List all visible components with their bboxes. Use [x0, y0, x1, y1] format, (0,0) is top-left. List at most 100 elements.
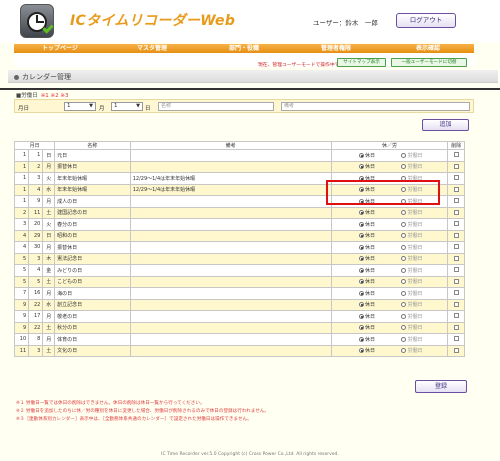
workday-radio[interactable]: 労働日 — [389, 152, 434, 159]
delete-checkbox[interactable] — [453, 186, 459, 192]
register-button[interactable]: 登録 — [415, 380, 467, 393]
cell-name: 建国記念の日 — [54, 206, 131, 219]
workday-radio[interactable]: 労働日 — [389, 347, 434, 354]
delete-checkbox[interactable] — [453, 198, 459, 204]
table-row: 10 8 月体育の日 休日 労働日 — [13, 333, 465, 346]
nav-item-display[interactable]: 表示確認 — [382, 44, 474, 53]
workday-radio-label: 労働日 — [407, 348, 423, 355]
holiday-radio[interactable]: 休日 — [344, 221, 389, 228]
holiday-radio[interactable]: 休日 — [344, 232, 389, 239]
cell-weekday: 日 — [42, 229, 56, 242]
cell-month: 1 — [13, 183, 30, 196]
holiday-radio[interactable]: 休日 — [344, 290, 389, 297]
nav-item-master[interactable]: マスタ管理 — [106, 44, 198, 53]
delete-checkbox[interactable] — [453, 267, 459, 273]
cell-name: 体育の日 — [54, 333, 131, 346]
cell-note — [129, 264, 332, 277]
delete-checkbox[interactable] — [453, 336, 459, 342]
delete-checkbox[interactable] — [453, 278, 459, 284]
cell-weekday: 金 — [42, 264, 56, 277]
switch-mode-button[interactable]: 一般ユーザーモードに切替 — [391, 58, 467, 67]
workday-radio-label: 労働日 — [407, 267, 423, 274]
workday-radio[interactable]: 労働日 — [389, 290, 434, 297]
nav-item-department[interactable]: 部門・役職 — [198, 44, 290, 53]
col-header-date: 月日 — [13, 141, 56, 150]
workday-radio[interactable]: 労働日 — [389, 313, 434, 320]
chevron-down-icon: ▼ — [89, 103, 93, 109]
cell-month: 4 — [13, 241, 30, 254]
cell-day: 29 — [28, 229, 44, 242]
cell-weekday: 月 — [42, 310, 56, 323]
workday-radio[interactable]: 労働日 — [389, 267, 434, 274]
delete-checkbox[interactable] — [453, 232, 459, 238]
workday-radio[interactable]: 労働日 — [389, 336, 434, 343]
delete-checkbox[interactable] — [453, 152, 459, 158]
radio-icon — [401, 221, 407, 227]
delete-checkbox[interactable] — [453, 244, 459, 250]
cell-weekday: 月 — [42, 241, 56, 254]
cell-month: 2 — [13, 206, 30, 219]
note-input[interactable]: 備考 — [281, 102, 470, 111]
cell-month: 4 — [13, 229, 30, 242]
delete-checkbox[interactable] — [453, 290, 459, 296]
radio-icon — [358, 221, 364, 227]
delete-checkbox[interactable] — [453, 324, 459, 330]
delete-checkbox[interactable] — [453, 255, 459, 261]
radio-icon — [358, 313, 364, 319]
sitemap-button[interactable]: サイトマップ表示 — [337, 58, 386, 67]
delete-checkbox[interactable] — [453, 313, 459, 319]
workday-radio[interactable]: 労働日 — [389, 278, 434, 285]
holiday-radio[interactable]: 休日 — [344, 209, 389, 216]
holiday-radio[interactable]: 休日 — [344, 313, 389, 320]
holiday-radio[interactable]: 休日 — [344, 267, 389, 274]
cell-weekday: 火 — [42, 218, 56, 231]
holiday-radio[interactable]: 休日 — [344, 163, 389, 170]
delete-checkbox[interactable] — [453, 209, 459, 215]
cell-month: 7 — [13, 287, 30, 300]
holiday-radio[interactable]: 休日 — [344, 347, 389, 354]
radio-icon — [401, 152, 407, 158]
delete-checkbox[interactable] — [453, 175, 459, 181]
radio-icon — [401, 290, 407, 296]
holiday-radio[interactable]: 休日 — [344, 301, 389, 308]
workday-radio-label: 労働日 — [407, 221, 423, 228]
holiday-radio-label: 休日 — [364, 267, 375, 274]
holiday-radio[interactable]: 休日 — [344, 336, 389, 343]
workday-radio-label: 労働日 — [407, 152, 423, 159]
name-input[interactable]: 名称 — [158, 102, 274, 111]
month-select[interactable]: 1 ▼ — [64, 102, 96, 111]
radio-icon — [358, 256, 364, 262]
delete-checkbox[interactable] — [453, 301, 459, 307]
table-row: 1 2 月振替休日 休日 労働日 — [13, 160, 465, 173]
workday-radio[interactable]: 労働日 — [389, 221, 434, 228]
delete-checkbox[interactable] — [453, 221, 459, 227]
day-select[interactable]: 1 ▼ — [111, 102, 143, 111]
workday-radio-label: 労働日 — [407, 244, 423, 251]
workday-radio[interactable]: 労働日 — [389, 324, 434, 331]
workday-radio-label: 労働日 — [407, 313, 423, 320]
cell-type: 休日 労働日 — [330, 241, 449, 254]
holiday-radio[interactable]: 休日 — [344, 152, 389, 159]
nav-item-top[interactable]: トップページ — [14, 44, 106, 53]
holiday-radio[interactable]: 休日 — [344, 324, 389, 331]
workday-radio[interactable]: 労働日 — [389, 244, 434, 251]
delete-checkbox[interactable] — [453, 347, 459, 353]
cell-delete — [447, 321, 465, 334]
holiday-radio[interactable]: 休日 — [344, 255, 389, 262]
radio-icon — [401, 210, 407, 216]
holiday-radio[interactable]: 休日 — [344, 244, 389, 251]
logout-button[interactable]: ログアウト — [396, 13, 456, 28]
add-button[interactable]: 追加 — [422, 119, 469, 131]
workday-radio[interactable]: 労働日 — [389, 255, 434, 262]
workday-radio[interactable]: 労働日 — [389, 163, 434, 170]
holiday-section-label: ■労働日 ※1 ※2 ※3 — [16, 93, 69, 99]
workday-radio[interactable]: 労働日 — [389, 232, 434, 239]
cell-day: 4 — [28, 264, 44, 277]
holiday-radio[interactable]: 休日 — [344, 278, 389, 285]
cell-note — [129, 275, 332, 288]
delete-checkbox[interactable] — [453, 163, 459, 169]
workday-radio[interactable]: 労働日 — [389, 209, 434, 216]
workday-radio[interactable]: 労働日 — [389, 301, 434, 308]
nav-item-admin[interactable]: 管理者権限 — [290, 44, 382, 53]
workday-radio-label: 労働日 — [407, 290, 423, 297]
